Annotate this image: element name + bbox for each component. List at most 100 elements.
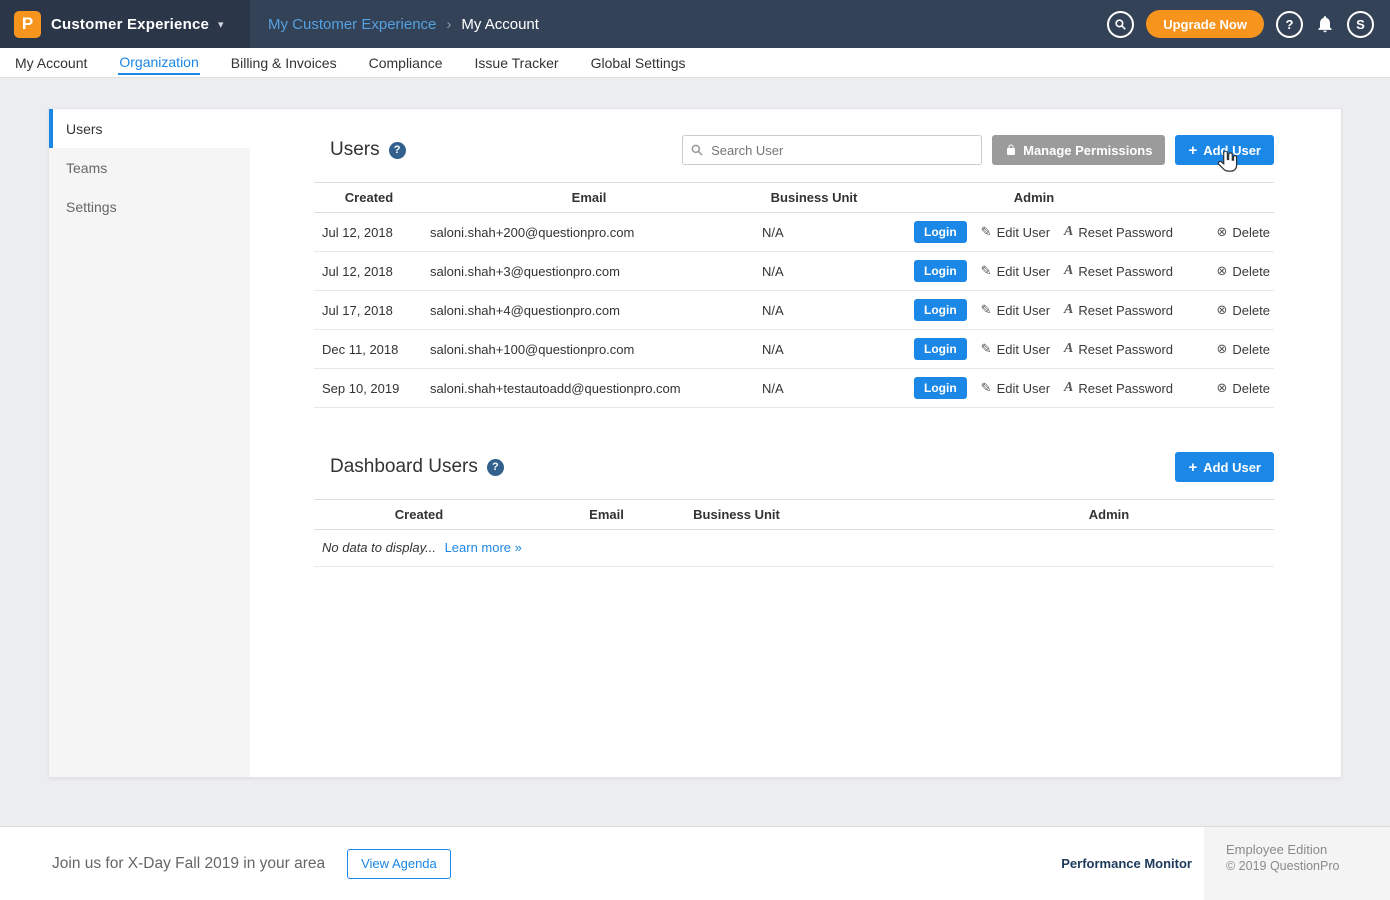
dashboard-add-user-button[interactable]: + Add User xyxy=(1175,452,1274,482)
avatar[interactable]: S xyxy=(1347,11,1374,38)
performance-monitor-link[interactable]: Performance Monitor xyxy=(1061,856,1192,871)
col-business-unit: Business Unit xyxy=(754,190,874,205)
sidebar-item-users[interactable]: Users xyxy=(49,109,250,148)
reset-password-icon: A xyxy=(1064,302,1073,318)
search-user-input[interactable] xyxy=(682,135,982,165)
chevron-down-icon: ▾ xyxy=(218,18,224,31)
tab-global-settings[interactable]: Global Settings xyxy=(590,51,687,74)
learn-more-link[interactable]: Learn more » xyxy=(445,540,522,555)
reset-password-icon: A xyxy=(1064,224,1073,240)
no-data-text: No data to display... xyxy=(322,540,436,555)
login-button[interactable]: Login xyxy=(914,260,967,282)
admin-cell: Login ✎Edit User AReset Password xyxy=(874,377,1194,399)
dashboard-users-toolbar: + Add User xyxy=(1175,452,1274,482)
topbar-actions: Upgrade Now ? S xyxy=(1107,10,1390,38)
delete-icon: ⊗ xyxy=(1217,224,1228,240)
delete-cell: ⊗Delete xyxy=(1194,263,1274,279)
sidebar-item-settings[interactable]: Settings xyxy=(49,187,250,226)
edit-user-link[interactable]: ✎Edit User xyxy=(981,302,1050,318)
topbar: P Customer Experience ▾ My Customer Expe… xyxy=(0,0,1390,48)
upgrade-now-button[interactable]: Upgrade Now xyxy=(1146,10,1264,38)
business-unit-cell: N/A xyxy=(754,381,874,396)
users-table-body: Jul 12, 2018saloni.shah+200@questionpro.… xyxy=(314,213,1274,408)
reset-password-link[interactable]: AReset Password xyxy=(1064,302,1173,318)
login-button[interactable]: Login xyxy=(914,377,967,399)
col-business-unit: Business Unit xyxy=(689,507,784,522)
col-created: Created xyxy=(314,507,524,522)
search-input-icon xyxy=(690,143,704,157)
edit-icon: ✎ xyxy=(981,302,992,318)
tab-my-account[interactable]: My Account xyxy=(14,51,88,74)
table-row: Sep 10, 2019saloni.shah+testautoadd@ques… xyxy=(314,369,1274,408)
col-admin: Admin xyxy=(784,507,1274,522)
admin-cell: Login ✎Edit User AReset Password xyxy=(874,260,1194,282)
col-email: Email xyxy=(424,190,754,205)
created-cell: Sep 10, 2019 xyxy=(314,381,424,396)
edit-icon: ✎ xyxy=(981,224,992,240)
edit-icon: ✎ xyxy=(981,263,992,279)
users-panel: Users ? Manage Permissions + Add User xyxy=(250,109,1341,777)
business-unit-cell: N/A xyxy=(754,342,874,357)
reset-password-link[interactable]: AReset Password xyxy=(1064,263,1173,279)
login-button[interactable]: Login xyxy=(914,221,967,243)
login-button[interactable]: Login xyxy=(914,338,967,360)
created-cell: Jul 12, 2018 xyxy=(314,225,424,240)
edit-user-link[interactable]: ✎Edit User xyxy=(981,263,1050,279)
delete-link[interactable]: ⊗Delete xyxy=(1217,302,1270,318)
table-row: Dec 11, 2018saloni.shah+100@questionpro.… xyxy=(314,330,1274,369)
user-search xyxy=(682,135,982,165)
footer: Join us for X-Day Fall 2019 in your area… xyxy=(0,826,1390,900)
reset-password-link[interactable]: AReset Password xyxy=(1064,380,1173,396)
empty-state-row: No data to display... Learn more » xyxy=(314,530,1274,567)
footer-links: Performance Monitor Employee Edition © 2… xyxy=(1061,827,1390,900)
business-unit-cell: N/A xyxy=(754,264,874,279)
sidebar-item-teams[interactable]: Teams xyxy=(49,148,250,187)
email-cell: saloni.shah+200@questionpro.com xyxy=(424,225,754,240)
sidebar: Users Teams Settings xyxy=(49,109,250,777)
account-nav: My Account Organization Billing & Invoic… xyxy=(0,48,1390,78)
delete-link[interactable]: ⊗Delete xyxy=(1217,380,1270,396)
delete-icon: ⊗ xyxy=(1217,380,1228,396)
view-agenda-button[interactable]: View Agenda xyxy=(347,849,451,879)
delete-cell: ⊗Delete xyxy=(1194,341,1274,357)
delete-link[interactable]: ⊗Delete xyxy=(1217,263,1270,279)
plus-icon: + xyxy=(1188,142,1197,159)
dashboard-users-section-head: Dashboard Users ? + Add User xyxy=(314,452,1274,482)
product-switcher[interactable]: P Customer Experience ▾ xyxy=(0,0,250,48)
users-section-head: Users ? Manage Permissions + Add User xyxy=(314,135,1274,165)
edit-user-link[interactable]: ✎Edit User xyxy=(981,380,1050,396)
manage-permissions-button[interactable]: Manage Permissions xyxy=(992,135,1165,165)
edit-user-link[interactable]: ✎Edit User xyxy=(981,224,1050,240)
tab-issue-tracker[interactable]: Issue Tracker xyxy=(474,51,560,74)
manage-permissions-label: Manage Permissions xyxy=(1023,143,1152,158)
add-user-button[interactable]: + Add User xyxy=(1175,135,1274,165)
tab-organization[interactable]: Organization xyxy=(118,50,199,75)
footer-promo: Join us for X-Day Fall 2019 in your area… xyxy=(0,849,451,879)
delete-link[interactable]: ⊗Delete xyxy=(1217,224,1270,240)
dashboard-users-help-icon[interactable]: ? xyxy=(487,459,504,476)
breadcrumb: My Customer Experience › My Account xyxy=(268,16,539,33)
breadcrumb-parent-link[interactable]: My Customer Experience xyxy=(268,16,436,33)
email-cell: saloni.shah+4@questionpro.com xyxy=(424,303,754,318)
edit-icon: ✎ xyxy=(981,341,992,357)
edit-user-link[interactable]: ✎Edit User xyxy=(981,341,1050,357)
delete-icon: ⊗ xyxy=(1217,263,1228,279)
login-button[interactable]: Login xyxy=(914,299,967,321)
business-unit-cell: N/A xyxy=(754,225,874,240)
tab-billing-invoices[interactable]: Billing & Invoices xyxy=(230,51,338,74)
tab-compliance[interactable]: Compliance xyxy=(368,51,444,74)
email-cell: saloni.shah+100@questionpro.com xyxy=(424,342,754,357)
dashboard-users-table-header: Created Email Business Unit Admin xyxy=(314,499,1274,530)
delete-link[interactable]: ⊗Delete xyxy=(1217,341,1270,357)
plus-icon: + xyxy=(1188,459,1197,476)
help-icon[interactable]: ? xyxy=(1276,11,1303,38)
notifications-bell-icon[interactable] xyxy=(1315,14,1335,34)
users-help-icon[interactable]: ? xyxy=(389,142,406,159)
reset-password-link[interactable]: AReset Password xyxy=(1064,224,1173,240)
business-unit-cell: N/A xyxy=(754,303,874,318)
dashboard-add-user-label: Add User xyxy=(1203,460,1261,475)
breadcrumb-separator: › xyxy=(446,16,451,33)
reset-password-link[interactable]: AReset Password xyxy=(1064,341,1173,357)
search-icon[interactable] xyxy=(1107,11,1134,38)
page-background: Users Teams Settings Users ? Manage Perm… xyxy=(0,78,1390,826)
